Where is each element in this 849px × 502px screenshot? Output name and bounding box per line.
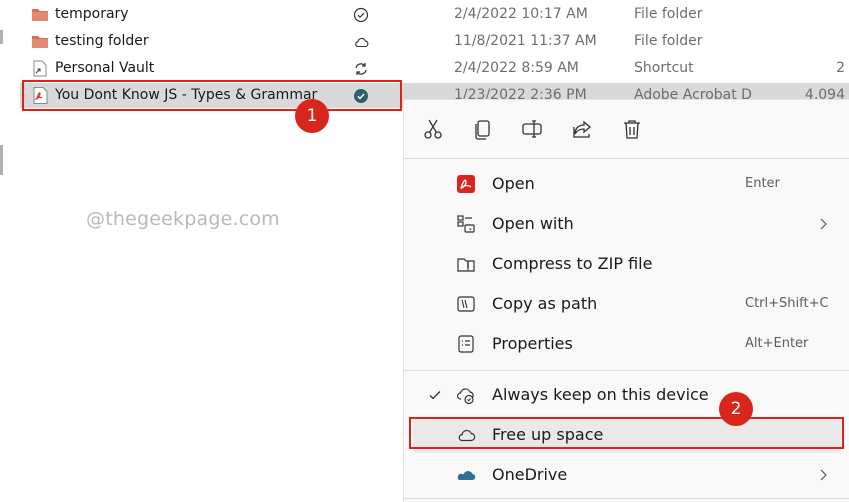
properties-icon (458, 335, 474, 353)
menu-item-compress-zip[interactable]: Compress to ZIP file (404, 244, 849, 284)
file-type: File folder (634, 33, 703, 49)
file-name: temporary (55, 6, 129, 22)
open-with-icon (457, 215, 475, 233)
shortcut-icon (33, 60, 47, 77)
step-badge-1: 1 (295, 99, 329, 133)
copy-icon[interactable] (472, 118, 494, 140)
menu-item-label: Always keep on this device (492, 385, 709, 404)
checkmark-icon (429, 391, 441, 400)
file-name: testing folder (55, 33, 149, 49)
file-date: 11/8/2021 11:37 AM (454, 33, 597, 49)
file-size: 2 (836, 60, 845, 76)
menu-separator (404, 498, 849, 499)
file-row[interactable]: Personal Vault 2/4/2022 8:59 AM Shortcut… (0, 55, 849, 82)
cloud-icon (355, 37, 369, 48)
file-date: 2/4/2022 10:17 AM (454, 6, 588, 22)
left-pane-edge (0, 145, 3, 175)
menu-item-label: Open (492, 174, 535, 193)
folder-icon (32, 36, 48, 48)
file-date: 2/4/2022 8:59 AM (454, 60, 579, 76)
menu-item-open[interactable]: Open Enter (404, 164, 849, 204)
menu-item-shortcut: Ctrl+Shift+C (745, 296, 829, 311)
menu-item-shortcut: Enter (745, 176, 780, 191)
onedrive-icon (457, 471, 476, 481)
menu-item-onedrive[interactable]: OneDrive (404, 455, 849, 495)
watermark: @thegeekpage.com (86, 208, 280, 230)
menu-item-copy-path[interactable]: Copy as path Ctrl+Shift+C (404, 284, 849, 324)
delete-icon[interactable] (621, 118, 643, 140)
file-name: Personal Vault (55, 60, 155, 76)
file-row[interactable]: testing folder 11/8/2021 11:37 AM File f… (0, 28, 849, 55)
file-row[interactable]: temporary 2/4/2022 10:17 AM File folder (0, 1, 849, 28)
acrobat-icon (457, 175, 475, 193)
menu-item-label: Properties (492, 334, 573, 353)
highlight-box-file (22, 80, 402, 111)
file-type: Shortcut (634, 60, 694, 76)
menu-item-label: Copy as path (492, 294, 598, 313)
cut-icon[interactable] (422, 118, 444, 140)
file-type: File folder (634, 6, 703, 22)
menu-item-properties[interactable]: Properties Alt+Enter (404, 324, 849, 364)
copy-path-icon (457, 296, 475, 312)
menu-item-label: OneDrive (492, 465, 568, 484)
chevron-right-icon (820, 469, 827, 481)
cloud-download-icon (456, 388, 474, 405)
chevron-right-icon (820, 218, 827, 230)
menu-item-open-with[interactable]: Open with (404, 204, 849, 244)
rename-icon[interactable] (521, 118, 543, 140)
menu-separator (404, 370, 849, 371)
check-circle-icon (353, 7, 369, 23)
sync-icon (355, 63, 367, 75)
step-badge-2: 2 (719, 392, 753, 426)
highlight-box-free-up-space (409, 417, 844, 449)
menu-item-always-keep[interactable]: Always keep on this device (404, 375, 849, 415)
menu-item-shortcut: Alt+Enter (745, 336, 809, 351)
zip-folder-icon (457, 258, 475, 272)
folder-icon (32, 9, 48, 21)
share-icon[interactable] (571, 118, 593, 140)
quick-actions-bar (404, 100, 849, 158)
menu-item-label: Open with (492, 214, 574, 233)
menu-item-label: Compress to ZIP file (492, 254, 653, 273)
menu-separator (404, 158, 849, 159)
